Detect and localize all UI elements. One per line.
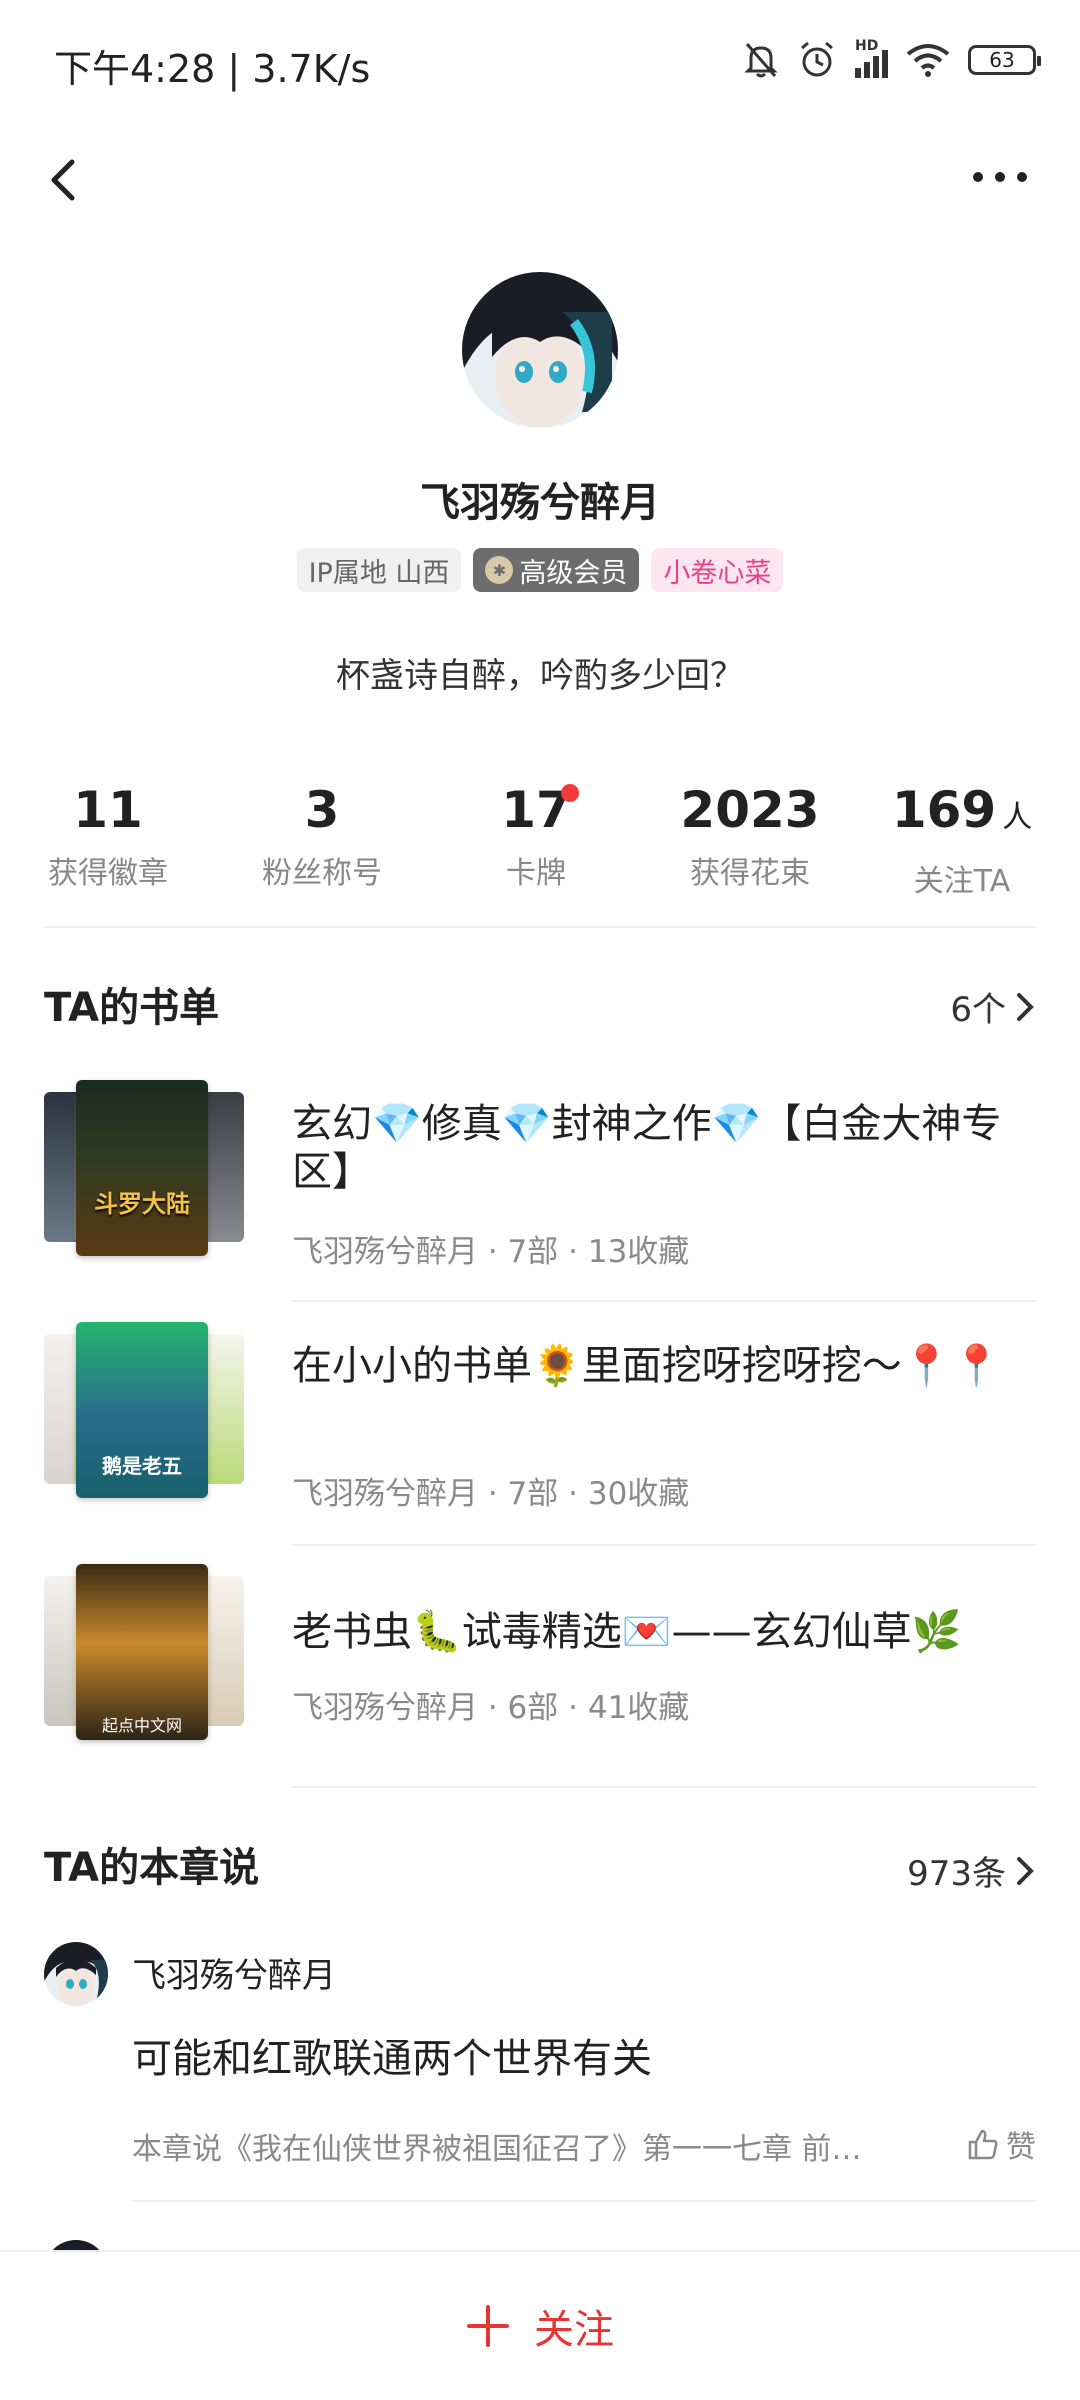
battery-icon: 63 (968, 45, 1041, 75)
stat-followers-unit: 人 (1002, 800, 1033, 835)
comment-username[interactable]: 飞羽殇兮醉月 (132, 1948, 336, 1997)
booklist-cover-stack: 斗罗大陆 (44, 1080, 244, 1260)
stat-followers-value: 169 人 (891, 781, 1033, 839)
comment-source-chapter[interactable]: 本章说《我在仙侠世界被祖国征召了》第一一七章 前… (132, 2124, 932, 2168)
stats-divider (44, 926, 1036, 928)
stats-row: 11 获得徽章 3 粉丝称号 17 卡牌 2023 获得花束 169 人 关注TA (0, 780, 1080, 900)
booklist-item[interactable]: 斗罗大陆 玄幻💎修真💎封神之作💎【白金大神专区】 飞羽殇兮醉月 · 7部 · 1… (44, 1080, 1036, 1280)
profile-tags: IP属地 山西 ✱ 高级会员 小卷心菜 (0, 548, 1080, 592)
stat-fan-titles-value: 3 (304, 781, 340, 839)
new-dot-badge (560, 784, 579, 802)
back-button[interactable] (40, 150, 90, 210)
comments-count: 973条 (907, 1854, 1006, 1894)
book-cover: 斗罗大陆 (76, 1080, 208, 1256)
like-label: 赞 (1006, 2130, 1036, 2165)
title-tag[interactable]: 小卷心菜 (651, 548, 784, 592)
stat-badges-label: 获得徽章 (48, 856, 168, 891)
vip-tag[interactable]: ✱ 高级会员 (473, 548, 640, 592)
comment-avatar[interactable] (44, 1942, 108, 2006)
book-cover-publisher: 起点中文网 (101, 1716, 182, 1735)
stat-bouquets[interactable]: 2023 获得花束 (650, 780, 850, 892)
more-options-button[interactable] (970, 162, 1030, 192)
chevron-left-icon (51, 159, 75, 201)
book-cover-title: 斗罗大陆 (94, 1190, 190, 1218)
booklist-meta: 飞羽殇兮醉月 · 6部 · 41收藏 (292, 1690, 690, 1726)
booklist-more-link[interactable]: 6个 (950, 982, 1036, 1031)
booklist-cover-stack: 起点中文网 (44, 1564, 244, 1744)
stat-bouquets-value: 2023 (680, 781, 820, 839)
profile-avatar[interactable] (462, 272, 618, 428)
book-cover-author: 鹅是老五 (102, 1454, 182, 1478)
booklist-meta: 飞羽殇兮醉月 · 7部 · 30收藏 (292, 1476, 690, 1512)
booklist-title: 在小小的书单🌻里面挖呀挖呀挖～📍📍 (292, 1343, 1002, 1389)
chevron-right-icon (1017, 992, 1034, 1021)
stat-badges[interactable]: 11 获得徽章 (8, 780, 208, 892)
avatar-image (462, 272, 618, 428)
stat-cards[interactable]: 17 卡牌 (436, 780, 636, 892)
stat-bouquets-label: 获得花束 (690, 856, 810, 891)
booklist-divider (292, 1544, 1036, 1546)
bottom-action-bar: 关注 (0, 2250, 1080, 2400)
ip-location-tag: IP属地 山西 (296, 548, 462, 592)
plus-icon (467, 2305, 509, 2347)
more-dots-icon (973, 172, 1027, 182)
follow-button[interactable]: 关注 (466, 2297, 614, 2355)
booklist-section-title: TA的书单 (44, 985, 220, 1031)
alarm-icon (801, 41, 833, 77)
booklist-item[interactable]: 起点中文网 老书虫🐛试毒精选💌——玄幻仙草🌿 飞羽殇兮醉月 · 6部 · 41收… (44, 1564, 1036, 1764)
signal-icon: HD (855, 38, 888, 78)
stat-followers[interactable]: 169 人 关注TA (862, 780, 1062, 900)
stat-badges-value: 11 (73, 781, 143, 839)
stat-cards-label: 卡牌 (506, 856, 566, 891)
booklist-title: 老书虫🐛试毒精选💌——玄幻仙草🌿 (292, 1609, 962, 1655)
comments-section-title: TA的本章说 (44, 1845, 260, 1891)
booklist-divider (292, 1300, 1036, 1302)
booklist-cover-stack: 鹅是老五 (44, 1322, 244, 1502)
follow-label: 关注 (534, 2307, 614, 2353)
book-cover: 起点中文网 (76, 1564, 208, 1740)
status-icons: HD 63 (743, 38, 1041, 80)
comments-more-link[interactable]: 973条 (907, 1846, 1036, 1895)
thumbs-up-icon (968, 2129, 998, 2160)
comment-avatar-image (44, 1942, 108, 2006)
stat-cards-value: 17 (501, 780, 579, 840)
stat-fan-titles[interactable]: 3 粉丝称号 (222, 780, 422, 892)
vip-badge-icon: ✱ (485, 556, 514, 584)
booklist-item[interactable]: 鹅是老五 在小小的书单🌻里面挖呀挖呀挖～📍📍 飞羽殇兮醉月 · 7部 · 30收… (44, 1322, 1036, 1522)
stat-followers-label: 关注TA (913, 864, 1011, 899)
vip-tag-label: 高级会员 (519, 557, 628, 589)
chevron-right-icon (1017, 1856, 1034, 1885)
status-time-speed: 下午4:28 | 3.7K/s (54, 47, 371, 91)
booklist-meta: 飞羽殇兮醉月 · 7部 · 13收藏 (292, 1234, 690, 1270)
stat-fan-titles-label: 粉丝称号 (262, 856, 382, 891)
battery-level: 63 (989, 48, 1015, 72)
profile-nickname: 飞羽殇兮醉月 (420, 480, 660, 526)
comment-divider (132, 2200, 1036, 2202)
profile-signature: 杯盏诗自醉，吟酌多少回？ (336, 656, 744, 696)
wifi-icon (906, 44, 950, 77)
booklist-divider (292, 1786, 1036, 1788)
like-button[interactable]: 赞 (966, 2122, 1036, 2166)
network-type-label: HD (855, 38, 879, 54)
mute-bell-icon (744, 43, 778, 78)
book-cover: 鹅是老五 (76, 1322, 208, 1498)
booklist-title: 玄幻💎修真💎封神之作💎【白金大神专区】 (292, 1101, 1002, 1195)
comment-text[interactable]: 可能和红歌联通两个世界有关 (132, 2026, 652, 2084)
booklist-count: 6个 (950, 990, 1006, 1030)
status-bar: 下午4:28 | 3.7K/s HD 63 (0, 0, 1080, 120)
